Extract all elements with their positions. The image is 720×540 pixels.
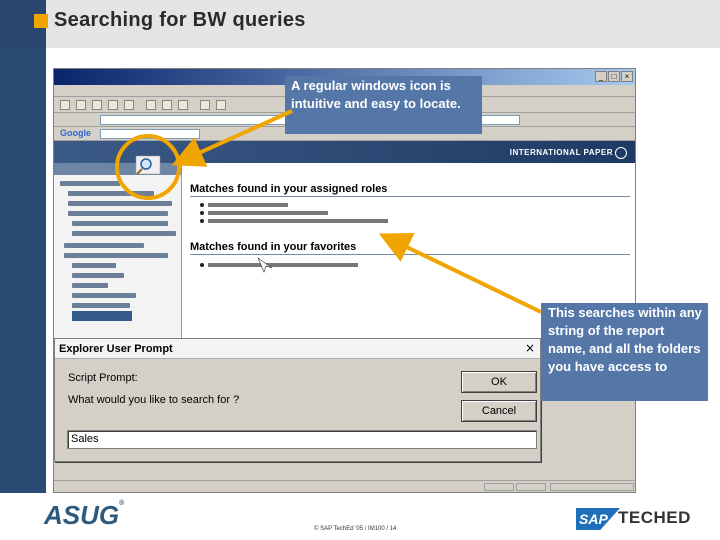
asug-logo: ASUG®: [44, 500, 125, 530]
status-zone: [550, 483, 634, 491]
search-icon[interactable]: [135, 155, 161, 175]
icon-callout: A regular windows icon is intuitive and …: [285, 76, 482, 134]
section-divider: [190, 254, 630, 255]
ok-button[interactable]: OK: [461, 371, 537, 393]
close-icon[interactable]: ×: [523, 342, 537, 355]
nav-tree-item[interactable]: [64, 243, 144, 248]
copyright-notice: © SAP TechEd '05 / IM100 / 14: [314, 526, 397, 532]
window-buttons: _ □ ×: [595, 71, 633, 82]
sap-logo: SAP: [576, 508, 620, 530]
nav-tree-item[interactable]: [72, 283, 108, 288]
back-icon[interactable]: [60, 100, 70, 110]
stop-icon[interactable]: [92, 100, 102, 110]
dialog-title: Explorer User Prompt: [59, 343, 173, 355]
search-input[interactable]: Sales: [67, 430, 537, 449]
slide-side-strip: [0, 48, 46, 493]
history-icon[interactable]: [178, 100, 188, 110]
mail-icon[interactable]: [200, 100, 210, 110]
slide-header: Searching for BW queries: [0, 0, 720, 48]
home-icon[interactable]: [124, 100, 134, 110]
favorites-icon[interactable]: [162, 100, 172, 110]
cancel-button[interactable]: Cancel: [461, 400, 537, 422]
nav-tree-item-selected[interactable]: [72, 311, 132, 321]
close-window-button[interactable]: ×: [621, 71, 633, 82]
forward-icon[interactable]: [76, 100, 86, 110]
refresh-icon[interactable]: [108, 100, 118, 110]
status-cell: [484, 483, 514, 491]
nav-tree-item[interactable]: [72, 293, 136, 298]
explorer-user-prompt-dialog: Explorer User Prompt × Script Prompt: Wh…: [54, 338, 541, 462]
nav-tree-item[interactable]: [64, 253, 168, 258]
header-bullet-square: [34, 14, 48, 28]
nav-tree-item[interactable]: [68, 211, 168, 216]
script-prompt-label: Script Prompt:: [68, 372, 138, 384]
portal-navigation-tree: [54, 163, 182, 338]
international-paper-logo: INTERNATIONAL PAPER: [510, 147, 627, 159]
status-cell: [516, 483, 546, 491]
nav-tree-item[interactable]: [72, 231, 176, 236]
nav-tree-item[interactable]: [72, 221, 168, 226]
favorites-section-heading: Matches found in your favorites: [190, 241, 357, 253]
nav-tree-item[interactable]: [72, 273, 124, 278]
maximize-button[interactable]: □: [608, 71, 620, 82]
browser-status-bar: [54, 480, 635, 492]
nav-tree-item[interactable]: [60, 181, 120, 186]
nav-tree-item[interactable]: [72, 263, 116, 268]
dialog-titlebar: Explorer User Prompt ×: [55, 339, 540, 359]
print-icon[interactable]: [216, 100, 226, 110]
ip-logo-circle-icon: [615, 147, 627, 159]
google-logo: Google: [60, 128, 91, 138]
nav-tree-item[interactable]: [72, 303, 130, 308]
section-divider: [190, 196, 630, 197]
search-callout: This searches within any string of the r…: [541, 303, 708, 401]
roles-section-heading: Matches found in your assigned roles: [190, 183, 388, 195]
teched-logo: TECHED: [618, 508, 691, 527]
nav-tree-item[interactable]: [68, 201, 172, 206]
prompt-question: What would you like to search for ?: [68, 394, 240, 406]
search-toolbar-icon[interactable]: [146, 100, 156, 110]
slide-title: Searching for BW queries: [54, 9, 306, 31]
minimize-button[interactable]: _: [595, 71, 607, 82]
